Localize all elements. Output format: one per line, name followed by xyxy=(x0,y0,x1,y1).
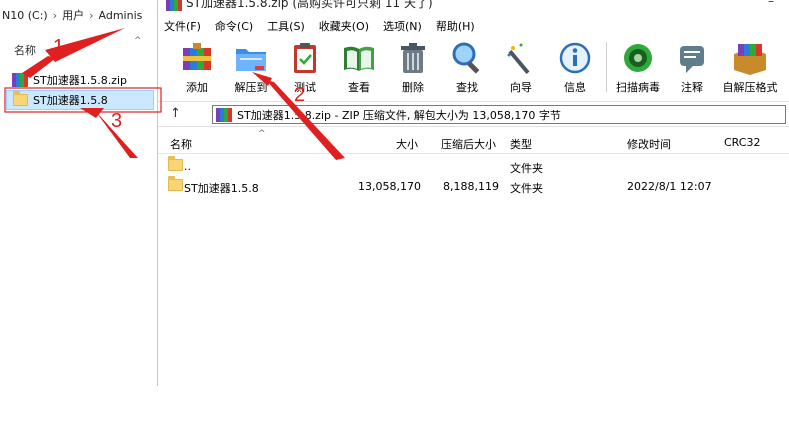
arrow-1 xyxy=(22,56,56,78)
arrow-2 xyxy=(266,80,345,160)
arrow-2-head xyxy=(252,72,272,86)
annotation-number-1: 1 xyxy=(53,36,65,58)
annotation-number-3: 3 xyxy=(111,110,123,132)
annotation-number-2: 2 xyxy=(294,84,306,106)
annotation-overlay xyxy=(4,28,345,160)
